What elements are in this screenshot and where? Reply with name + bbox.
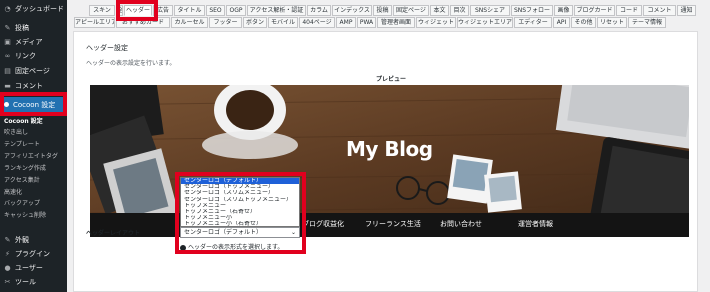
sidebar-item-cocoon[interactable]: Cocoon 設定 [0,97,67,112]
sidebar-item-tools[interactable]: ✂ ツール [0,275,67,289]
nav-item: フリーランス生活 [365,220,421,228]
submenu-cocoon-settings[interactable]: Cocoon 設定 [0,117,67,127]
tab-toc[interactable]: 目次 [450,5,469,16]
nav-item: お問い合わせ [440,220,482,228]
tab-all[interactable]: 全体 [116,5,123,16]
plugin-icon: ⚡ [5,249,10,258]
tab-seo[interactable]: SEO [206,5,225,16]
sidebar-label: リンク [15,52,36,60]
chevron-down-icon: ⌄ [290,229,296,236]
sidebar-label: 投稿 [15,24,29,32]
info-icon [180,244,186,251]
sidebar-item-media[interactable]: ▣ メディア [0,35,67,49]
sidebar-item-pages[interactable]: ▤ 固定ページ [0,64,67,78]
tab-code[interactable]: コード [616,5,642,16]
submenu-speech-bubble[interactable]: 吹き出し [0,128,67,138]
section-description: ヘッダーの表示設定を行います。 [86,60,176,67]
tab-recommend[interactable]: おすすめカード [116,17,170,28]
tab-post[interactable]: 投稿 [373,5,392,16]
page-icon: ▤ [4,66,11,75]
dashboard-icon: ◔ [4,4,11,13]
layout-label: ヘッダーレイアウト [86,230,141,237]
tab-amp[interactable]: AMP [336,17,356,28]
sidebar-label: メディア [15,38,43,46]
tab-sns-share[interactable]: SNSシェア [470,5,510,16]
comment-icon: ▬ [4,81,11,90]
tab-reset[interactable]: リセット [597,17,627,28]
sidebar-label: ユーザー [15,264,43,272]
tab-column[interactable]: カラム [307,5,331,16]
submenu-affiliate[interactable]: アフィリエイトタグ [0,152,67,162]
nav-item: 運営者情報 [518,220,553,228]
tab-mobile[interactable]: モバイル [268,17,298,28]
sidebar-item-users[interactable]: ● ユーザー [0,261,67,275]
submenu-access[interactable]: アクセス集計 [0,176,67,186]
pin-icon: ✎ [4,23,11,32]
layout-dropdown-list[interactable]: センターロゴ（デフォルト） センターロゴ（トップメニュー） センターロゴ（スリム… [180,177,300,227]
tab-header[interactable]: ヘッダー [124,5,152,16]
layout-help-text: ヘッダーの表示形式を選択します。 [188,244,284,251]
sidebar-label: ダッシュボード [15,5,64,13]
layout-select[interactable]: センターロゴ（デフォルト） ⌄ [180,227,300,238]
submenu-cache[interactable]: キャッシュ削除 [0,211,67,221]
tab-comment[interactable]: コメント [643,5,676,16]
sidebar-label: ツール [15,278,36,286]
sidebar-item-appearance[interactable]: ✎ 外観 [0,233,67,247]
sidebar-label: コメント [15,82,43,90]
tab-appeal[interactable]: アピールエリア [74,17,115,28]
tab-title[interactable]: タイトル [174,5,205,16]
sidebar-item-comments[interactable]: ▬ コメント [0,79,67,93]
tab-button[interactable]: ボタン [243,17,267,28]
sidebar-item-dashboard[interactable]: ◔ ダッシュボード [0,2,67,16]
cocoon-icon [4,102,9,107]
tab-index[interactable]: インデックス [332,5,372,16]
sidebar-item-posts[interactable]: ✎ 投稿 [0,21,67,35]
tab-skin[interactable]: スキン [89,5,115,16]
user-icon: ● [4,263,11,272]
tab-pwa[interactable]: PWA [357,17,376,28]
tab-image[interactable]: 画像 [554,5,573,16]
tab-theme-info[interactable]: テーマ情報 [628,17,666,28]
submenu-template[interactable]: テンプレート [0,140,67,150]
admin-sidebar: ◔ ダッシュボード ✎ 投稿 ▣ メディア ∞ リンク ▤ 固定ページ ▬ コメ… [0,0,67,292]
tab-page[interactable]: 固定ページ [393,5,429,16]
tab-widget[interactable]: ウィジェット [416,17,456,28]
sidebar-label: Cocoon 設定 [13,100,56,109]
tab-ogp[interactable]: OGP [226,5,246,16]
submenu-ranking[interactable]: ランキング作成 [0,164,67,174]
brush-icon: ✎ [4,235,11,244]
link-icon: ∞ [4,51,11,60]
wrench-icon: ✂ [4,277,11,286]
tab-editor[interactable]: エディター [514,17,552,28]
tab-admin[interactable]: 管理者画面 [377,17,415,28]
sidebar-item-plugins[interactable]: ⚡ プラグイン [0,247,67,261]
tab-blogcard[interactable]: ブログカード [574,5,615,16]
tab-notice[interactable]: 通知 [677,5,696,16]
section-title: ヘッダー設定 [86,44,128,52]
nav-item: ブログ収益化 [302,220,344,228]
sidebar-label: プラグイン [15,250,50,258]
layout-select-value: センターロゴ（デフォルト） [184,229,263,236]
media-icon: ▣ [4,37,11,46]
sidebar-item-links[interactable]: ∞ リンク [0,49,67,63]
tab-body[interactable]: 本文 [430,5,449,16]
tab-carousel[interactable]: カルーセル [171,17,208,28]
submenu-speedup[interactable]: 高速化 [0,188,67,198]
blog-title: My Blog [346,137,433,161]
tab-footer[interactable]: フッター [209,17,242,28]
tab-analytics[interactable]: アクセス解析・認証 [247,5,306,16]
tab-other[interactable]: その他 [571,17,596,28]
tab-404[interactable]: 404ページ [299,17,335,28]
tab-sns-follow[interactable]: SNSフォロー [511,5,553,16]
sidebar-label: 外観 [15,236,29,244]
layout-help: ヘッダーの表示形式を選択します。 [180,242,283,251]
preview-label: プレビュー [376,76,407,83]
tab-api[interactable]: API [553,17,570,28]
sidebar-label: 固定ページ [15,67,50,75]
tab-widget-area[interactable]: ウィジェットエリア [457,17,513,28]
submenu-backup[interactable]: バックアップ [0,199,67,209]
tab-ads[interactable]: 広告 [153,5,173,16]
